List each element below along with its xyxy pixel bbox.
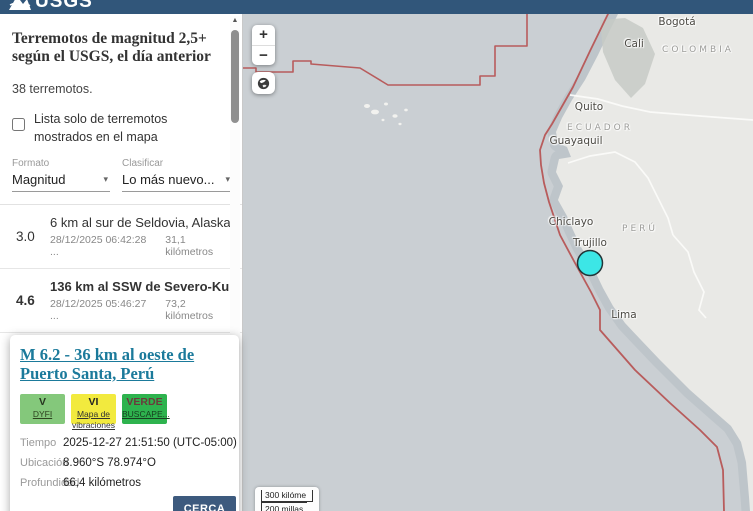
badge-label: BUSCAPE... bbox=[122, 409, 170, 420]
quake-time: 28/12/2025 05:46:27 ... bbox=[50, 297, 147, 322]
sort-value: Lo más nuevo... bbox=[122, 171, 215, 187]
quake-time: 28/12/2025 06:42:28 ... bbox=[50, 233, 147, 258]
badge-value: VERDE bbox=[126, 396, 163, 408]
badge-label: Mapa de vibraciones bbox=[72, 409, 115, 430]
info-value: 66,4 kilómetros bbox=[63, 477, 141, 489]
quake-meta: 28/12/2025 05:46:27 ... 73,2 kilómetros bbox=[50, 298, 232, 322]
impact-badges: V DYFI VI Mapa de vibraciones VERDE BUSC… bbox=[20, 394, 229, 430]
quake-depth: 73,2 kilómetros bbox=[165, 297, 214, 322]
filter-checkbox-label: Lista solo de terremotos mostrados en el… bbox=[34, 111, 168, 144]
quake-meta: 28/12/2025 06:42:28 ... 31,1 kilómetros bbox=[50, 234, 232, 258]
earthquake-detail-popup: M 6.2 - 36 km al oeste de Puerto Santa, … bbox=[10, 335, 239, 511]
globe-icon bbox=[257, 77, 270, 89]
city-label-quito: Quito bbox=[574, 101, 604, 113]
filter-checkbox-row: Lista solo de terremotos mostrados en el… bbox=[12, 110, 212, 146]
shakemap-badge[interactable]: VI Mapa de vibraciones bbox=[71, 394, 116, 430]
map-scale: 300 kilóme 200 millas bbox=[255, 487, 319, 511]
zoom-out-button[interactable]: − bbox=[252, 45, 275, 65]
usgs-wave-icon bbox=[9, 0, 31, 10]
country-label-peru: PERÚ bbox=[622, 224, 658, 234]
event-info: Tiempo 2025-12-27 21:51:50 (UTC-05:00) U… bbox=[20, 437, 237, 497]
format-value: Magnitud bbox=[12, 171, 66, 187]
quake-info: 6 km al sur de Seldovia, Alaska 28/12/20… bbox=[50, 215, 232, 258]
earthquake-count: 38 terremotos. bbox=[12, 81, 93, 96]
scale-miles: 200 millas bbox=[261, 502, 307, 511]
usgs-header: USGS bbox=[0, 0, 753, 14]
sort-select-group: Clasificar Lo más nuevo... ▾ bbox=[122, 158, 232, 192]
badge-label: DYFI bbox=[32, 409, 53, 420]
magnitude-value: 4.6 bbox=[16, 292, 35, 308]
scale-kilometers: 300 kilóme bbox=[261, 490, 313, 502]
format-select-group: Formato Magnitud ▾ bbox=[12, 158, 110, 192]
globe-view-button[interactable] bbox=[252, 72, 275, 94]
caret-down-icon: ▾ bbox=[103, 173, 108, 184]
badge-value: VI bbox=[88, 396, 99, 408]
info-label: Ubicación bbox=[20, 457, 69, 469]
badge-value: V bbox=[38, 396, 46, 408]
map-canvas[interactable]: Bogotá Cali COLOMBIA Quito ECUADOR Guaya… bbox=[243, 14, 753, 511]
city-label-bogota: Bogotá bbox=[658, 16, 696, 28]
earthquake-list-item[interactable]: 4.6 136 km al SSW de Severo-Ku... 28/12/… bbox=[0, 269, 242, 333]
map-filter-checkbox[interactable] bbox=[12, 117, 25, 131]
usgs-earthquake-app: USGS Terremotos de magnitud 2,5+ según e… bbox=[0, 0, 753, 511]
scrollbar-up-icon[interactable]: ▲ bbox=[230, 16, 240, 26]
info-value: 2025-12-27 21:51:50 (UTC-05:00) bbox=[63, 437, 237, 449]
close-popup-button[interactable]: CERCA bbox=[173, 496, 236, 511]
info-label: Tiempo bbox=[20, 437, 57, 449]
info-row-depth: Profundidad 66,4 kilómetros bbox=[20, 477, 229, 497]
city-label-trujillo: Trujillo bbox=[573, 237, 607, 249]
earthquake-list-item[interactable]: 3.0 6 km al sur de Seldovia, Alaska 28/1… bbox=[0, 205, 242, 269]
format-select[interactable]: Magnitud ▾ bbox=[12, 169, 110, 192]
zoom-control: + − bbox=[252, 25, 275, 65]
usgs-brand-text: USGS bbox=[35, 0, 93, 12]
quake-depth: 31,1 kilómetros bbox=[165, 233, 214, 258]
event-detail-link[interactable]: M 6.2 - 36 km al oeste de Puerto Santa, … bbox=[20, 345, 229, 383]
country-label-ecuador: ECUADOR bbox=[567, 123, 633, 133]
scrollbar-thumb[interactable] bbox=[231, 30, 239, 123]
city-label-guayaquil: Guayaquil bbox=[549, 135, 603, 147]
sidebar: Terremotos de magnitud 2,5+ según el USG… bbox=[0, 14, 243, 511]
magnitude-value: 3.0 bbox=[16, 228, 35, 244]
info-row-time: Tiempo 2025-12-27 21:51:50 (UTC-05:00) bbox=[20, 437, 237, 457]
city-label-cali: Cali bbox=[624, 38, 644, 50]
quake-title: 136 km al SSW de Severo-Ku... bbox=[50, 278, 232, 294]
page-title: Terremotos de magnitud 2,5+ según el USG… bbox=[12, 30, 211, 65]
earthquake-marker[interactable] bbox=[576, 249, 604, 277]
zoom-in-button[interactable]: + bbox=[252, 25, 275, 45]
quake-title: 6 km al sur de Seldovia, Alaska bbox=[50, 214, 231, 230]
city-label-chiclayo: Chiclayo bbox=[548, 216, 594, 228]
country-label-colombia: COLOMBIA bbox=[662, 45, 734, 55]
map-base-layer bbox=[243, 14, 753, 511]
info-value: 8.960°S 78.974°O bbox=[63, 457, 156, 469]
city-label-lima: Lima bbox=[611, 309, 637, 321]
sort-label: Clasificar bbox=[122, 157, 164, 169]
pager-badge[interactable]: VERDE BUSCAPE... bbox=[122, 394, 170, 424]
quake-info: 136 km al SSW de Severo-Ku... 28/12/2025… bbox=[50, 279, 232, 322]
sort-select[interactable]: Lo más nuevo... ▾ bbox=[122, 169, 232, 192]
format-label: Formato bbox=[12, 157, 50, 169]
info-row-location: Ubicación 8.960°S 78.974°O bbox=[20, 457, 229, 477]
usgs-logo[interactable]: USGS bbox=[8, 0, 93, 13]
earthquake-list: 3.0 6 km al sur de Seldovia, Alaska 28/1… bbox=[0, 203, 242, 333]
list-controls: Formato Magnitud ▾ Clasificar Lo más nue… bbox=[12, 158, 242, 192]
dyfi-badge[interactable]: V DYFI bbox=[20, 394, 65, 424]
